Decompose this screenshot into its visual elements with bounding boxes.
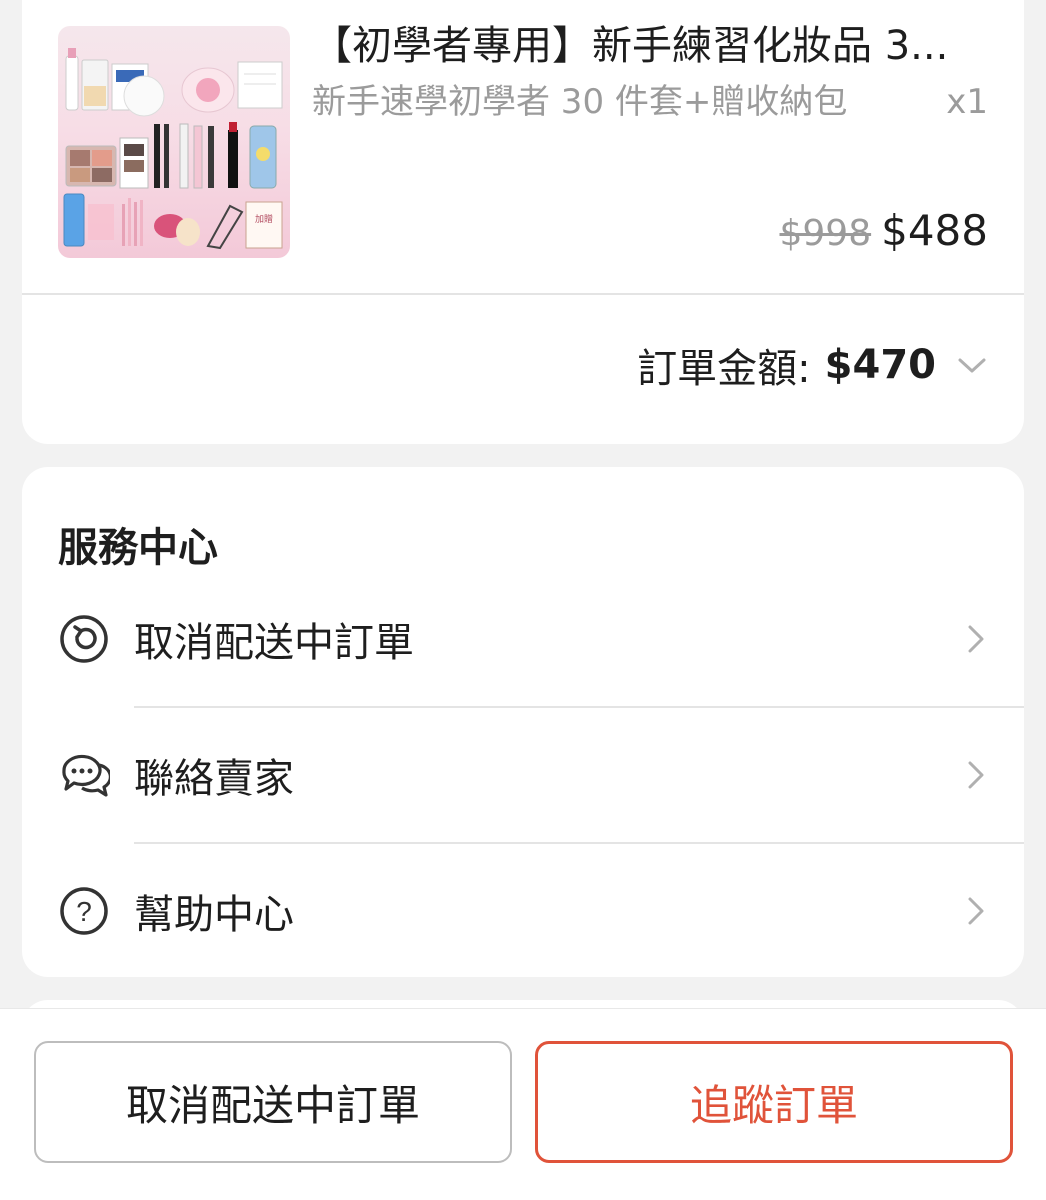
- chevron-right-icon: [968, 761, 984, 789]
- service-item-contact-seller[interactable]: 聯絡賣家: [22, 707, 1024, 843]
- help-circle-icon: ?: [60, 887, 108, 935]
- order-total-row[interactable]: 訂單金額: $470: [637, 336, 994, 394]
- original-price: $998: [779, 213, 872, 254]
- svg-text:?: ?: [76, 896, 92, 927]
- service-item-help-center[interactable]: ? 幫助中心: [22, 843, 1024, 979]
- product-variant: 新手速學初學者 30 件套+贈收納包: [312, 82, 848, 122]
- service-item-cancel-order[interactable]: 取消配送中訂單: [22, 571, 1024, 707]
- service-item-label: 取消配送中訂單: [134, 620, 414, 666]
- product-title[interactable]: 【初學者專用】新手練習化妝品 3...: [312, 20, 972, 72]
- service-center-card: 服務中心 取消配送中訂單 聯絡賣家 ? 幫助中心: [22, 467, 1024, 977]
- current-price: $488: [881, 206, 988, 255]
- section-title: 服務中心: [58, 525, 218, 571]
- order-total-value: $470: [824, 342, 936, 388]
- bottom-action-bar: 取消配送中訂單 追蹤訂單: [0, 1008, 1046, 1200]
- svg-text:加贈: 加贈: [255, 213, 273, 224]
- price-row: $998 $488: [779, 206, 988, 255]
- divider: [22, 293, 1024, 295]
- chat-bubbles-icon: [62, 754, 110, 797]
- product-image[interactable]: 加贈: [58, 26, 290, 258]
- cosmetics-set-image: 加贈: [63, 48, 283, 250]
- track-order-button[interactable]: 追蹤訂單: [535, 1041, 1013, 1163]
- service-item-label: 聯絡賣家: [134, 756, 294, 802]
- undo-icon: [60, 615, 108, 663]
- order-total-label: 訂單金額:: [637, 346, 811, 392]
- service-item-label: 幫助中心: [134, 892, 294, 938]
- cancel-order-button[interactable]: 取消配送中訂單: [34, 1041, 512, 1163]
- order-card: 加贈 【初學者專用】新手練習化妝品 3... 新手速學初學者 30 件套+贈收納…: [22, 0, 1024, 444]
- chevron-right-icon: [968, 897, 984, 925]
- chevron-right-icon: [968, 625, 984, 653]
- product-quantity: x1: [946, 82, 988, 122]
- chevron-down-icon[interactable]: [950, 343, 994, 387]
